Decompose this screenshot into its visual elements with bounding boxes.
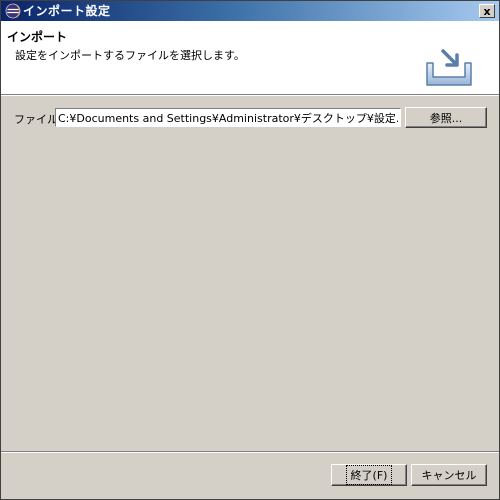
import-tray-icon <box>421 45 477 89</box>
page-title: インポート <box>7 30 68 44</box>
close-icon: x <box>483 4 491 18</box>
close-button[interactable]: x <box>479 4 495 18</box>
browse-button[interactable]: 参照... <box>405 107 487 128</box>
eclipse-icon <box>5 3 21 19</box>
file-path-input[interactable] <box>55 108 401 127</box>
finish-button-label: 終了(F) <box>345 465 393 485</box>
finish-button[interactable]: 終了(F) <box>331 464 407 486</box>
title-bar[interactable]: インポート設定 x <box>1 1 499 21</box>
header-divider <box>1 95 499 96</box>
page-description: 設定をインポートするファイルを選択します。 <box>15 49 245 62</box>
footer-divider <box>1 451 499 453</box>
wizard-header: インポート 設定をインポートするファイルを選択します。 <box>1 21 499 95</box>
window-title: インポート設定 <box>23 4 111 18</box>
import-dialog: インポート設定 x インポート 設定をインポートするファイルを選択します。 ファ… <box>0 0 500 500</box>
cancel-button[interactable]: キャンセル <box>411 464 487 486</box>
